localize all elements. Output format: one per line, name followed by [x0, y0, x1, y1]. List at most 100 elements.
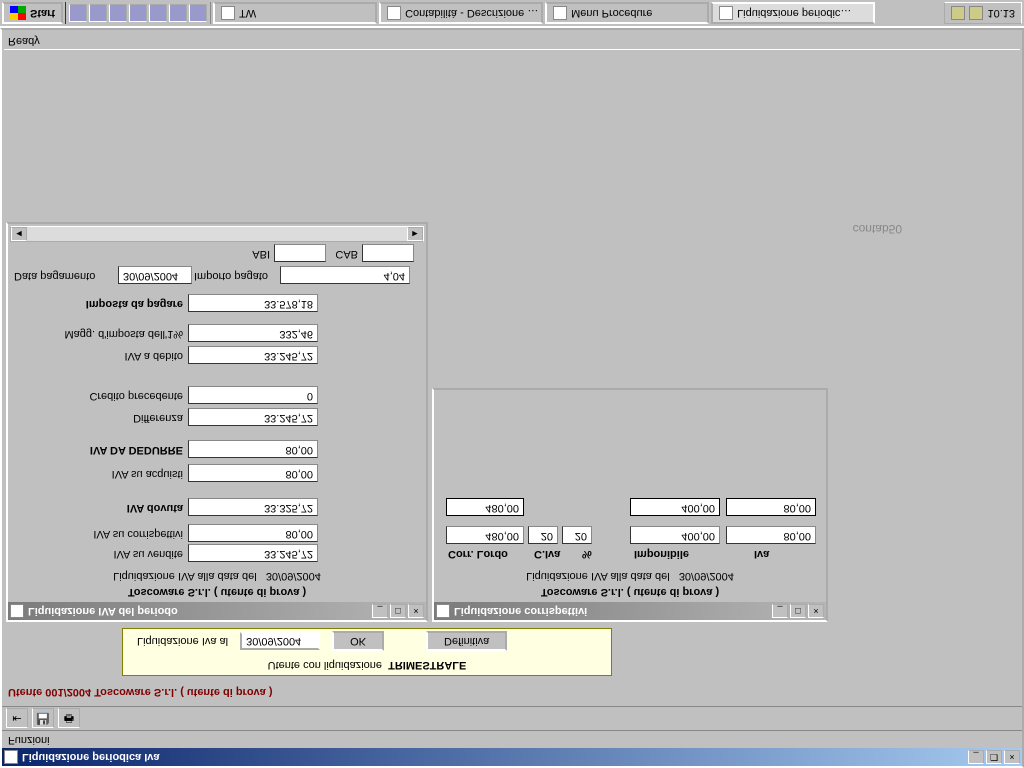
status-text: Ready [8, 35, 40, 47]
f-data-pag[interactable]: 30/09/2004 [118, 266, 192, 284]
toolbar: ⇤ 💾 🖶 [2, 706, 1022, 730]
scroll-right-icon[interactable]: ► [407, 227, 423, 241]
col-impon: Imponibile [634, 548, 689, 560]
col-civa: C.Iva [534, 548, 560, 560]
r-pct[interactable]: 20 [562, 526, 592, 544]
task-liquidazione[interactable]: Liquidazione periodic… [711, 2, 875, 24]
task-contabilita[interactable]: Contabilità - Descrizione … [379, 2, 543, 24]
f-imp-pag[interactable]: 4,04 [280, 266, 410, 284]
windows-flag-icon [10, 6, 26, 20]
f-iva-vendite[interactable]: 33.245,72 [188, 544, 318, 562]
main-titlebar: Liquidazione periodica Iva _ ❐ × [2, 748, 1022, 766]
l-imposta: Imposta da pagare [8, 298, 183, 310]
ql-icon-4[interactable] [129, 4, 147, 22]
menu-funzioni[interactable]: Funzioni [8, 734, 50, 746]
f-abi[interactable] [274, 244, 326, 262]
ql-icon-5[interactable] [149, 4, 167, 22]
main-title: Liquidazione periodica Iva [22, 751, 968, 763]
toolbar-print-icon[interactable]: 🖶 [58, 708, 80, 728]
task-tw[interactable]: TW [213, 2, 377, 24]
tray-icon-2[interactable] [969, 6, 983, 20]
f-iva-acq[interactable]: 80,00 [188, 464, 318, 482]
panel-mode: TRIMESTRALE [388, 659, 466, 671]
minimize-button[interactable]: _ [968, 750, 984, 764]
task-liq-label: Liquidazione periodic… [737, 7, 851, 19]
f-iva-corr[interactable]: 80,00 [188, 524, 318, 542]
doc-icon [10, 604, 24, 618]
ql-icon-7[interactable] [189, 4, 207, 22]
task-menu-procedure[interactable]: Menu Procedure [545, 2, 709, 24]
l-data-pag: Data pagamento [8, 270, 118, 282]
start-button[interactable]: Start [2, 2, 63, 24]
start-label: Start [30, 7, 55, 19]
winright-close[interactable]: × [808, 604, 824, 618]
winleft-titlebar: Liquidazione IVA del periodo _ □ × [8, 602, 426, 620]
ql-icon-6[interactable] [169, 4, 187, 22]
winleft-head: Toscoware S.r.l. ( utente di prova ) [8, 586, 426, 598]
clock: 10.13 [987, 7, 1015, 19]
close-button[interactable]: × [1004, 750, 1020, 764]
ql-icon-3[interactable] [109, 4, 127, 22]
doc-icon [436, 604, 450, 618]
f-magg[interactable]: 332,46 [188, 324, 318, 342]
ql-icon-2[interactable] [89, 4, 107, 22]
restore-button[interactable]: ❐ [986, 750, 1002, 764]
f-iva-deb[interactable]: 33.245,72 [188, 346, 318, 364]
l-iva-vendite: IVA su vendite [8, 548, 183, 560]
col-iva: Iva [754, 548, 769, 560]
winleft-minimize[interactable]: _ [372, 604, 388, 618]
f-iva-dovuta[interactable]: 33.325,72 [188, 498, 318, 516]
folder-icon [221, 6, 235, 20]
r-iva[interactable]: 80,00 [726, 526, 816, 544]
toolbar-save-icon[interactable]: 💾 [32, 708, 54, 728]
l-diff: Differenza [8, 412, 183, 424]
l-cab: CAB [328, 248, 358, 260]
f-cab[interactable] [362, 244, 414, 262]
winleft-sub-date: 30/09/2004 [266, 570, 321, 582]
l-iva-dedurre: IVA DA DEDURRE [8, 444, 183, 456]
scroll-left-icon[interactable]: ◄ [11, 227, 27, 241]
r-lordo[interactable]: 480,00 [446, 526, 524, 544]
l-magg: Magg. d'imposta dell'1% [8, 328, 183, 340]
winleft-maximize[interactable]: □ [390, 604, 406, 618]
window-liquidazione-periodo: Liquidazione IVA del periodo _ □ × Tosco… [6, 222, 428, 622]
word-icon [387, 6, 401, 20]
main-window: Liquidazione periodica Iva _ ❐ × Funzion… [0, 28, 1024, 768]
col-corr-lordo: Corr. Lordo [448, 548, 508, 560]
quick-launch [65, 2, 211, 24]
winleft-sub-label: Liquidazione IVA alla data del [113, 570, 257, 582]
user-line: Utente 001/2004 Toscoware S.r.l. ( utent… [8, 686, 273, 698]
system-tray: 10.13 [944, 2, 1022, 24]
ql-icon-1[interactable] [69, 4, 87, 22]
col-pct: % [582, 548, 592, 560]
f-diff[interactable]: 33.245,72 [188, 408, 318, 426]
winleft-title: Liquidazione IVA del periodo [28, 605, 372, 617]
l-abi: ABI [240, 248, 270, 260]
l-iva-deb: IVA a debito [8, 350, 183, 362]
f-credprec[interactable]: 0 [188, 386, 318, 404]
definitiva-button[interactable]: Definitiva [426, 631, 507, 651]
f-imposta[interactable]: 33.578,18 [188, 294, 318, 312]
f-iva-dedurre[interactable]: 80,00 [188, 440, 318, 458]
ok-button[interactable]: OK [332, 631, 384, 651]
mdi-client: Utente 001/2004 Toscoware S.r.l. ( utent… [2, 30, 1022, 706]
liquidazione-panel: Utente con liquidazione TRIMESTRALE Liqu… [122, 628, 612, 676]
tray-icon-1[interactable] [951, 6, 965, 20]
toolbar-exit-icon[interactable]: ⇤ [6, 708, 28, 728]
winleft-close[interactable]: × [408, 604, 424, 618]
liq-date-field[interactable]: 30/09/2004 [240, 632, 320, 650]
winright-maximize[interactable]: □ [790, 604, 806, 618]
l-credprec: Credito precedente [8, 390, 183, 402]
r-civa[interactable]: 20 [528, 526, 558, 544]
winright-minimize[interactable]: _ [772, 604, 788, 618]
menubar: Funzioni [2, 730, 1022, 748]
winleft-hscroll[interactable]: ◄ ► [10, 226, 424, 242]
taskbar: Start TW Contabilità - Descrizione … Men… [0, 0, 1024, 28]
l-imp-pag: Importo pagato [194, 270, 278, 282]
t-lordo: 480,00 [446, 498, 524, 516]
winright-titlebar: Liquidazione corrispettivi _ □ × [434, 602, 826, 620]
l-iva-acq: IVA su acquisti [8, 468, 183, 480]
r-impon[interactable]: 400,00 [630, 526, 720, 544]
task-menu-label: Menu Procedure [571, 7, 652, 19]
winright-title: Liquidazione corrispettivi [454, 605, 772, 617]
